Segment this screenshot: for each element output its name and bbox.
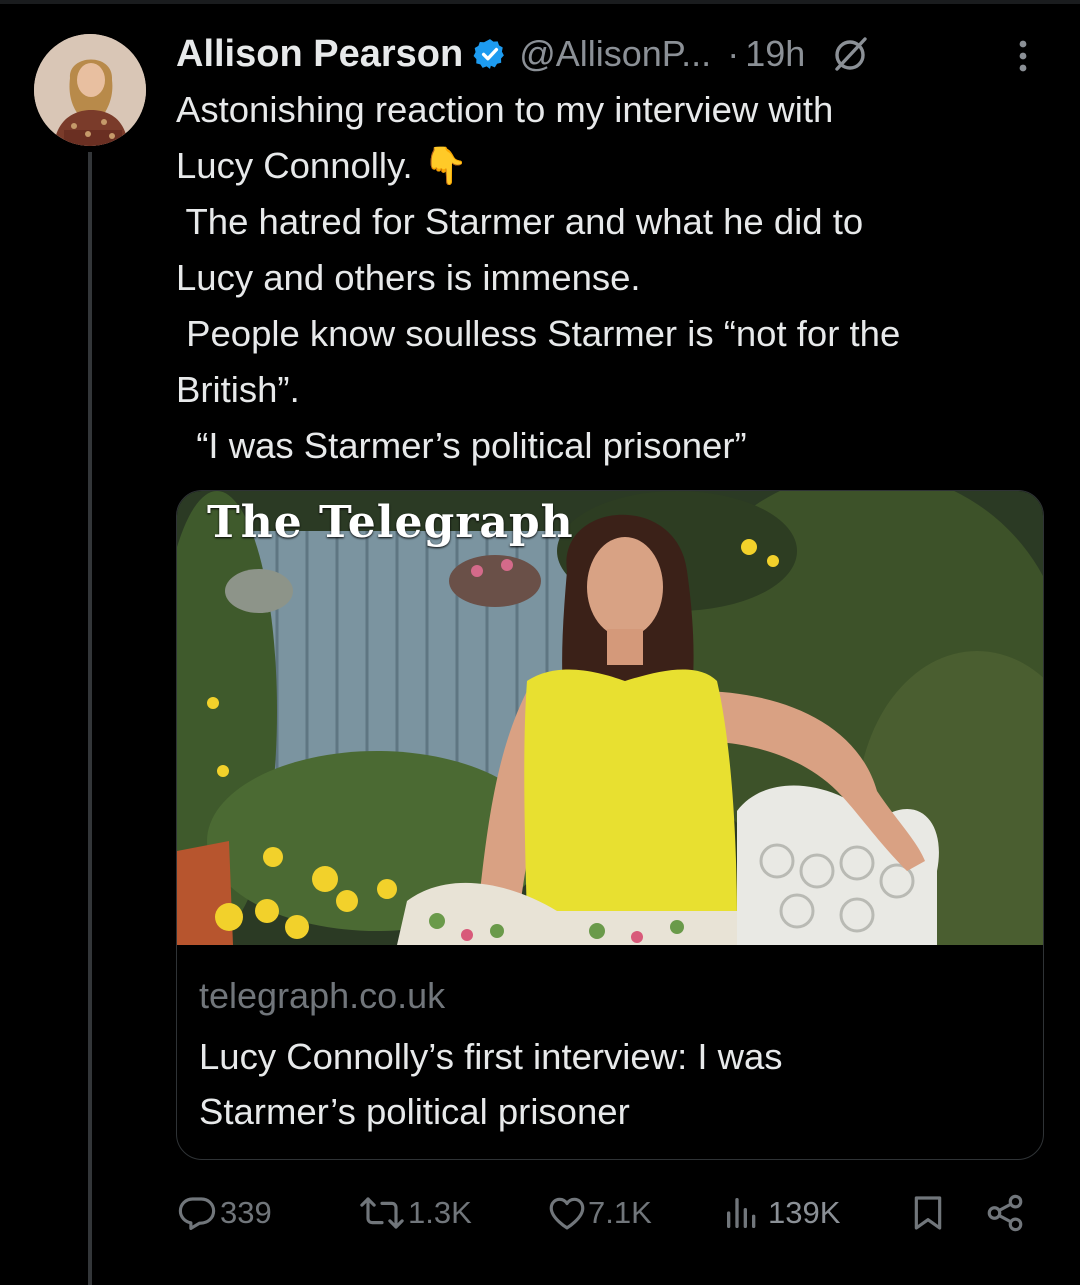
verified-badge-icon[interactable]: [473, 37, 507, 71]
repost-button[interactable]: 1.3K: [356, 1192, 472, 1234]
views-icon: [727, 1198, 756, 1228]
repost-count: 1.3K: [408, 1195, 472, 1230]
bookmark-button[interactable]: [908, 1192, 948, 1234]
like-icon: [549, 1197, 585, 1230]
card-title-line: Starmer’s political prisoner: [199, 1091, 630, 1132]
avatar-portrait: [34, 34, 146, 146]
tweet-line: People know soulless Starmer is “not for…: [176, 313, 901, 354]
views-button[interactable]: 139K: [722, 1192, 840, 1234]
like-count: 7.1K: [588, 1195, 652, 1230]
timestamp[interactable]: 19h: [745, 33, 805, 75]
separator-dot: ·: [727, 33, 740, 74]
reply-icon: [178, 1197, 216, 1230]
retweet-icon: [360, 1197, 404, 1229]
telegraph-masthead: The Telegraph: [207, 497, 574, 548]
tweet-line: Astonishing reaction to my interview wit…: [176, 89, 834, 130]
bookmark-icon: [914, 1196, 942, 1230]
article-image: [177, 491, 1043, 945]
reply-count: 339: [220, 1195, 272, 1230]
top-divider: [0, 0, 1080, 4]
more-options-icon[interactable]: [1008, 36, 1038, 80]
link-card[interactable]: The Telegraph telegraph.co.uk Lucy Conno…: [176, 490, 1044, 1160]
share-button[interactable]: [984, 1192, 1026, 1234]
card-domain: telegraph.co.uk: [199, 975, 446, 1016]
grok-icon[interactable]: [829, 33, 871, 75]
tweet-line: Lucy Connolly. 👇: [176, 145, 469, 186]
share-icon: [987, 1194, 1023, 1232]
tweet-line: British”.: [176, 369, 300, 410]
tweet-header: Allison Pearson @AllisonP... · 19h: [176, 28, 871, 80]
like-button[interactable]: 7.1K: [546, 1192, 652, 1234]
author-name[interactable]: Allison Pearson: [176, 33, 463, 76]
action-bar: 339 1.3K 7.1K 139K: [0, 1190, 1080, 1240]
card-title-line: Lucy Connolly’s first interview: I was: [199, 1036, 783, 1077]
avatar[interactable]: [34, 34, 146, 146]
tweet-line: Lucy and others is immense.: [176, 257, 641, 298]
thread-line: [88, 152, 92, 1285]
reply-button[interactable]: 339: [176, 1192, 272, 1234]
tweet-line: The hatred for Starmer and what he did t…: [176, 201, 864, 242]
view-count: 139K: [768, 1195, 841, 1230]
tweet-line: “I was Starmer’s political prisoner”: [176, 425, 747, 466]
tweet-text: Astonishing reaction to my interview wit…: [176, 82, 1056, 474]
author-handle[interactable]: @AllisonP...: [519, 33, 711, 75]
card-title: Lucy Connolly’s first interview: I was S…: [199, 1029, 1019, 1139]
